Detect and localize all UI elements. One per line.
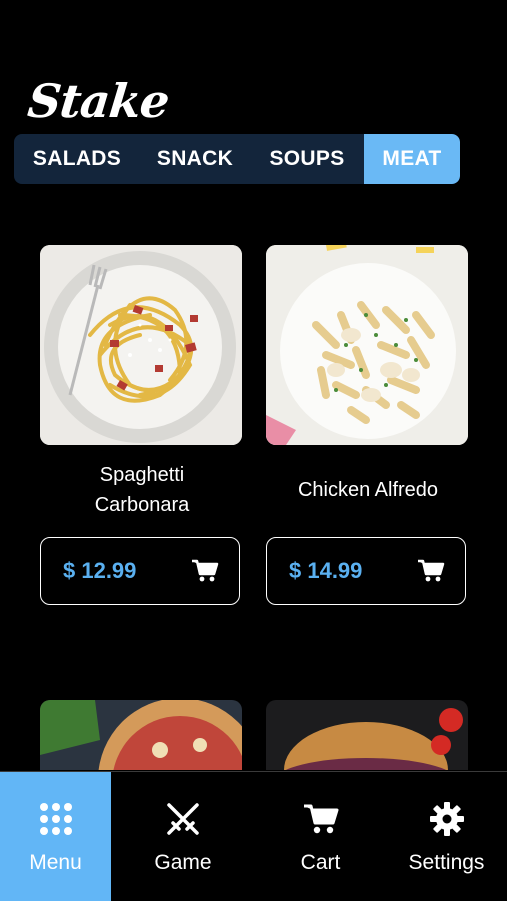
cart-icon <box>303 799 339 839</box>
product-image-burger[interactable] <box>266 700 468 770</box>
bottom-navigation: Menu Game Cart Settings <box>0 771 507 901</box>
nav-menu-label: Menu <box>29 850 82 874</box>
add-to-cart-button-carbonara[interactable]: $ 12.99 <box>40 537 240 605</box>
cart-icon <box>417 559 445 583</box>
product-card-carbonara: Spaghetti Carbonara $ 12.99 <box>40 245 244 605</box>
nav-settings-label: Settings <box>408 850 485 874</box>
product-image-pizza[interactable] <box>40 700 242 770</box>
nav-settings[interactable]: Settings <box>386 772 507 901</box>
tab-soups[interactable]: SOUPS <box>250 134 364 184</box>
product-name-alfredo: Chicken Alfredo <box>297 479 439 501</box>
add-to-cart-button-alfredo[interactable]: $ 14.99 <box>266 537 466 605</box>
tab-snack[interactable]: SNACK <box>140 134 250 184</box>
product-name-carbonara: Spaghetti Carbonara <box>94 464 190 516</box>
grid-icon <box>38 799 74 839</box>
product-image-carbonara[interactable] <box>40 245 242 445</box>
nav-menu[interactable]: Menu <box>0 772 111 901</box>
gear-icon <box>429 799 465 839</box>
product-price-alfredo: $ 14.99 <box>289 558 363 583</box>
tab-salads[interactable]: SALADS <box>14 134 140 184</box>
product-price-carbonara: $ 12.99 <box>63 558 137 583</box>
nav-game[interactable]: Game <box>111 772 255 901</box>
nav-cart[interactable]: Cart <box>255 772 386 901</box>
app-logo: Stake <box>25 74 172 128</box>
tab-meat[interactable]: MEAT <box>364 134 460 184</box>
product-card-alfredo: Chicken Alfredo $ 14.99 <box>266 245 470 605</box>
swords-icon <box>165 799 201 839</box>
nav-game-label: Game <box>154 850 212 874</box>
category-tabs: SALADS SNACK SOUPS MEAT <box>14 134 460 184</box>
product-image-alfredo[interactable] <box>266 245 468 445</box>
cart-icon <box>191 559 219 583</box>
nav-cart-label: Cart <box>300 850 341 874</box>
